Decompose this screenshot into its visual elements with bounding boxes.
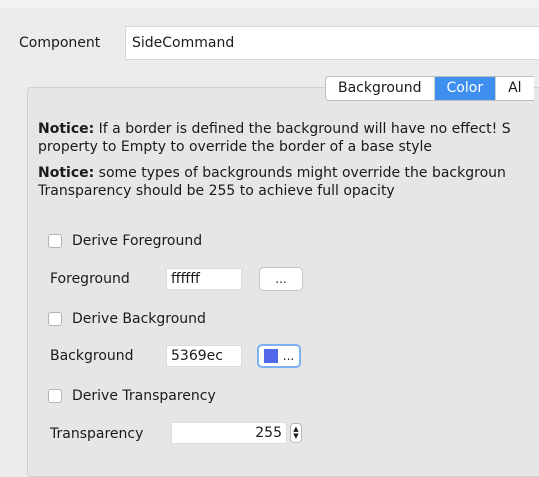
border-notice: Notice: If a border is defined the backg… <box>38 120 539 156</box>
chevron-down-icon[interactable]: ▼ <box>293 433 298 440</box>
tab-background[interactable]: Background <box>326 77 434 100</box>
tab-alignment[interactable]: Al <box>495 77 534 100</box>
notice-heading: Notice: <box>38 121 95 137</box>
notice-heading: Notice: <box>38 165 95 181</box>
tab-bar: Background Color Al <box>325 76 534 101</box>
notice-text: some types of backgrounds might override… <box>94 165 506 181</box>
background-label: Background <box>50 348 134 364</box>
component-field[interactable]: SideCommand <box>125 26 539 60</box>
transparency-field[interactable]: 255 <box>171 422 287 444</box>
foreground-label: Foreground <box>50 271 130 287</box>
background-notice: Notice: some types of backgrounds might … <box>38 164 539 200</box>
derive-background-row[interactable]: Derive Background <box>48 311 206 327</box>
derive-transparency-label: Derive Transparency <box>72 388 216 404</box>
derive-background-checkbox[interactable] <box>48 312 62 326</box>
notice-text: If a border is defined the background wi… <box>94 121 511 137</box>
top-strip <box>0 0 539 8</box>
background-color-field[interactable]: 5369ec <box>166 345 242 367</box>
transparency-label: Transparency <box>50 426 144 442</box>
ellipsis-icon: ... <box>282 349 295 363</box>
derive-foreground-checkbox[interactable] <box>48 234 62 248</box>
tab-color[interactable]: Color <box>433 77 496 100</box>
notice-text: property to Empty to override the border… <box>38 139 433 155</box>
derive-transparency-checkbox[interactable] <box>48 389 62 403</box>
background-picker-button[interactable]: ... <box>257 344 301 368</box>
notice-text: Transparency should be 255 to achieve fu… <box>38 183 395 199</box>
foreground-color-field[interactable]: ffffff <box>166 268 242 290</box>
component-label: Component <box>19 35 101 51</box>
derive-background-label: Derive Background <box>72 311 206 327</box>
derive-foreground-row[interactable]: Derive Foreground <box>48 233 202 249</box>
transparency-stepper[interactable]: ▲ ▼ <box>290 423 302 443</box>
derive-transparency-row[interactable]: Derive Transparency <box>48 388 216 404</box>
foreground-picker-button[interactable]: ... <box>259 267 303 291</box>
ellipsis-icon: ... <box>275 272 287 286</box>
color-swatch <box>263 349 278 363</box>
derive-foreground-label: Derive Foreground <box>72 233 203 249</box>
